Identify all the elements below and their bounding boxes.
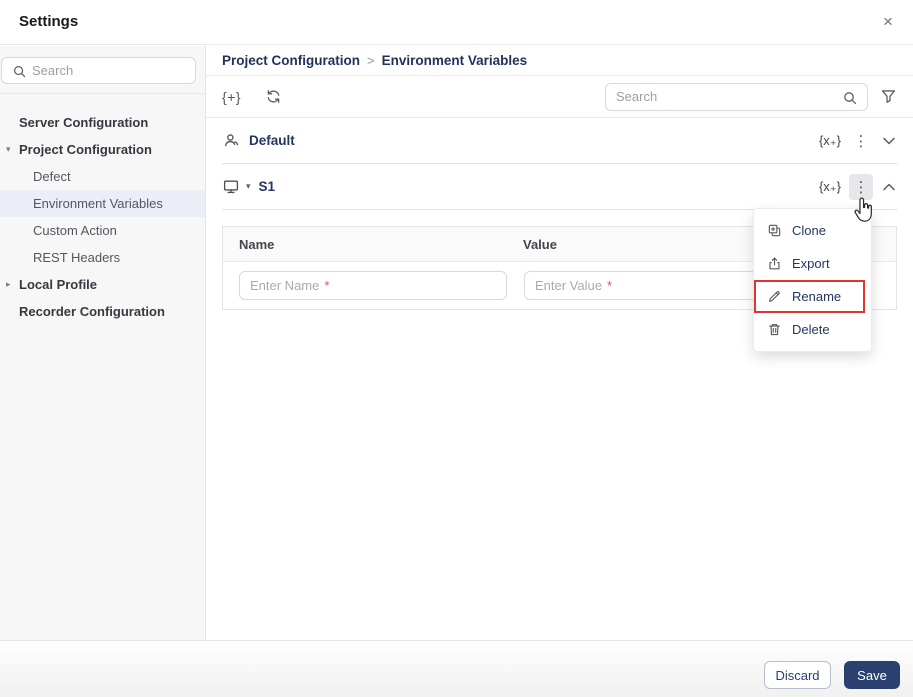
chevron-up-icon[interactable]	[881, 177, 897, 197]
sidebar-item-project-configuration[interactable]: ▾ Project Configuration	[0, 136, 205, 163]
discard-button[interactable]: Discard	[764, 661, 831, 689]
titlebar: Settings ×	[0, 0, 913, 45]
sidebar: Server Configuration ▾ Project Configura…	[0, 46, 206, 640]
filter-icon[interactable]	[880, 88, 897, 105]
save-button[interactable]: Save	[844, 661, 900, 689]
sidebar-item-label: Local Profile	[19, 277, 98, 292]
close-icon[interactable]: ×	[875, 9, 901, 35]
user-group-icon	[225, 134, 239, 147]
section-default[interactable]: Default {x₊} ⋮	[222, 118, 897, 164]
sidebar-item-label: Project Configuration	[19, 142, 152, 157]
sidebar-item-label: Defect	[33, 169, 71, 184]
menu-item-label: Clone	[792, 223, 826, 238]
sidebar-item-label: Recorder Configuration	[19, 304, 165, 319]
sidebar-nav: Server Configuration ▾ Project Configura…	[0, 94, 205, 325]
clone-icon	[768, 224, 781, 237]
breadcrumb-separator-icon: >	[367, 53, 375, 68]
sidebar-item-defect[interactable]: Defect	[0, 163, 205, 190]
dialog-title: Settings	[19, 13, 79, 30]
sidebar-item-label: Environment Variables	[33, 196, 163, 211]
chevron-down-icon[interactable]	[881, 131, 897, 151]
sidebar-item-recorder-configuration[interactable]: Recorder Configuration	[0, 298, 205, 325]
sidebar-item-label: Server Configuration	[19, 115, 149, 130]
menu-item-export[interactable]: Export	[754, 247, 871, 280]
search-icon	[14, 66, 26, 78]
menu-item-rename[interactable]: Rename	[754, 280, 865, 313]
sidebar-item-label: REST Headers	[33, 250, 121, 265]
sidebar-item-environment-variables[interactable]: Environment Variables	[0, 190, 205, 217]
menu-item-label: Delete	[792, 322, 830, 337]
breadcrumb-parent[interactable]: Project Configuration	[222, 53, 360, 68]
add-variable-braces-icon[interactable]: {+}	[222, 89, 241, 105]
sidebar-search-input[interactable]	[32, 59, 190, 82]
caret-down-icon[interactable]: ▾	[246, 182, 251, 192]
kebab-menu-icon[interactable]: ⋮	[849, 128, 873, 154]
trash-icon	[769, 324, 780, 336]
name-input[interactable]: Enter Name *	[239, 271, 507, 300]
toolbar-search-input[interactable]	[616, 84, 828, 109]
search-icon	[844, 91, 857, 104]
required-asterisk: *	[324, 278, 330, 293]
caret-down-icon: ▾	[6, 144, 11, 155]
sidebar-item-label: Custom Action	[33, 223, 117, 238]
export-icon	[769, 257, 780, 270]
add-variable-icon[interactable]: {x₊}	[819, 133, 841, 149]
sidebar-item-local-profile[interactable]: ▸ Local Profile	[0, 271, 205, 298]
sidebar-item-server-configuration[interactable]: Server Configuration	[0, 109, 205, 136]
section-name: S1	[258, 179, 276, 194]
name-input-placeholder: Enter Name	[250, 278, 320, 293]
section-actions: {x₊} ⋮	[819, 128, 897, 154]
required-asterisk: *	[606, 278, 613, 293]
menu-item-label: Export	[792, 256, 830, 271]
footer: Discard Save	[0, 640, 913, 697]
add-variable-icon[interactable]: {x₊}	[819, 179, 841, 195]
menu-item-clone[interactable]: Clone	[754, 214, 871, 247]
sidebar-search[interactable]	[1, 57, 196, 84]
toolbar: {+}	[206, 76, 913, 118]
sidebar-item-rest-headers[interactable]: REST Headers	[0, 244, 205, 271]
kebab-menu-icon[interactable]: ⋮	[849, 173, 873, 200]
menu-item-delete[interactable]: Delete	[754, 313, 871, 346]
section-actions: {x₊} ⋮	[819, 173, 897, 200]
monitor-icon	[223, 180, 239, 194]
section-s1[interactable]: ▾ S1 {x₊} ⋮	[222, 164, 897, 210]
value-input[interactable]: Enter Value *	[524, 271, 792, 300]
column-header-name: Name	[239, 236, 275, 252]
refresh-icon[interactable]	[265, 88, 282, 105]
toolbar-search[interactable]	[605, 82, 868, 111]
menu-item-label: Rename	[792, 289, 842, 304]
caret-right-icon: ▸	[6, 279, 11, 290]
section-name: Default	[249, 133, 295, 148]
sidebar-item-custom-action[interactable]: Custom Action	[0, 217, 205, 244]
settings-dialog: Settings × Server Configuration ▾ Projec…	[0, 0, 913, 697]
value-input-placeholder: Enter Value	[535, 278, 602, 293]
breadcrumb: Project Configuration > Environment Vari…	[206, 46, 913, 76]
breadcrumb-current: Environment Variables	[381, 53, 528, 68]
context-menu: Clone Export Rename Delete	[753, 208, 872, 352]
pencil-icon	[769, 291, 780, 303]
